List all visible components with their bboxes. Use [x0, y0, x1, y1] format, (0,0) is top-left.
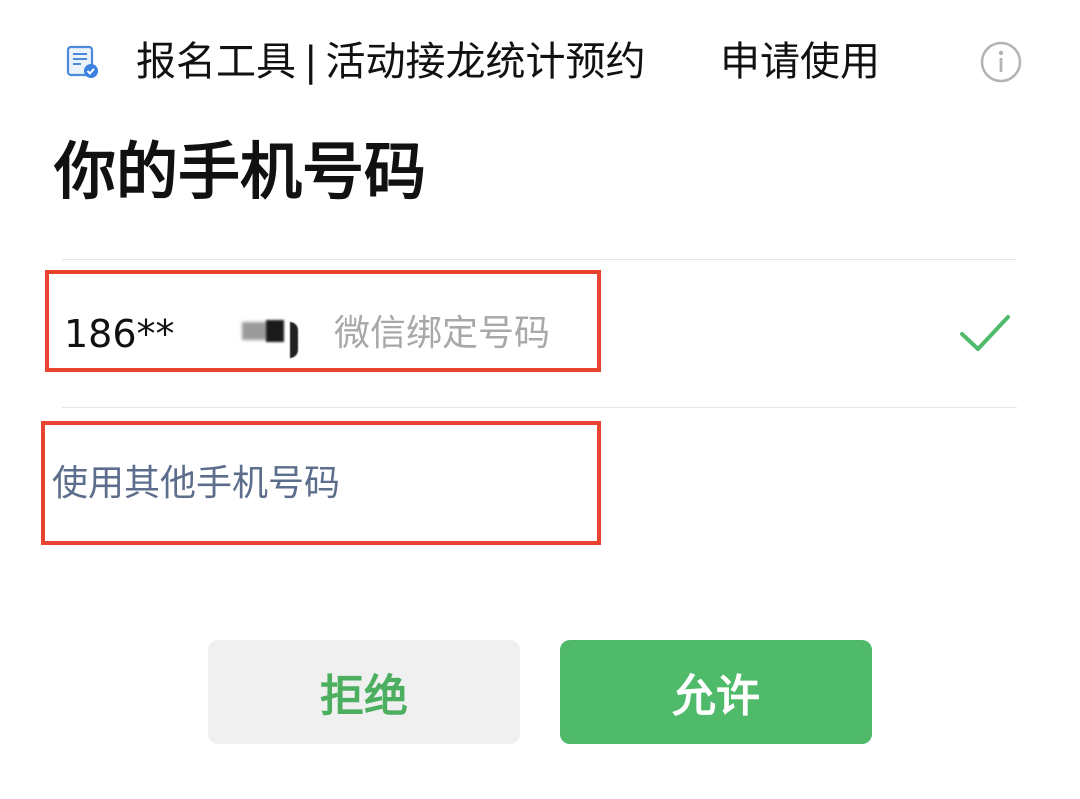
allow-button[interactable]: 允许: [560, 640, 872, 744]
app-title: 报名工具 | 活动接龙统计预约: [136, 36, 645, 88]
header: 报名工具 | 活动接龙统计预约 申请使用: [0, 20, 1080, 100]
document-check-icon: [66, 45, 98, 78]
request-use-label: 申请使用: [720, 39, 880, 85]
app-subtitle: 活动接龙统计预约: [325, 39, 646, 85]
check-icon: [960, 315, 1010, 351]
divider: [62, 407, 1017, 408]
title-separator: |: [304, 39, 318, 85]
reject-button[interactable]: 拒绝: [208, 640, 520, 744]
highlight-box-other-number: [41, 421, 601, 545]
page-title: 你的手机号码: [54, 135, 427, 208]
app-name: 报名工具: [136, 39, 296, 85]
phone-authorization-sheet: 报名工具 | 活动接龙统计预约 申请使用 你的手机号码 186** 微信绑定号码 使…: [0, 0, 1080, 799]
info-icon[interactable]: [979, 40, 1023, 84]
highlight-box-phone: [45, 270, 601, 372]
